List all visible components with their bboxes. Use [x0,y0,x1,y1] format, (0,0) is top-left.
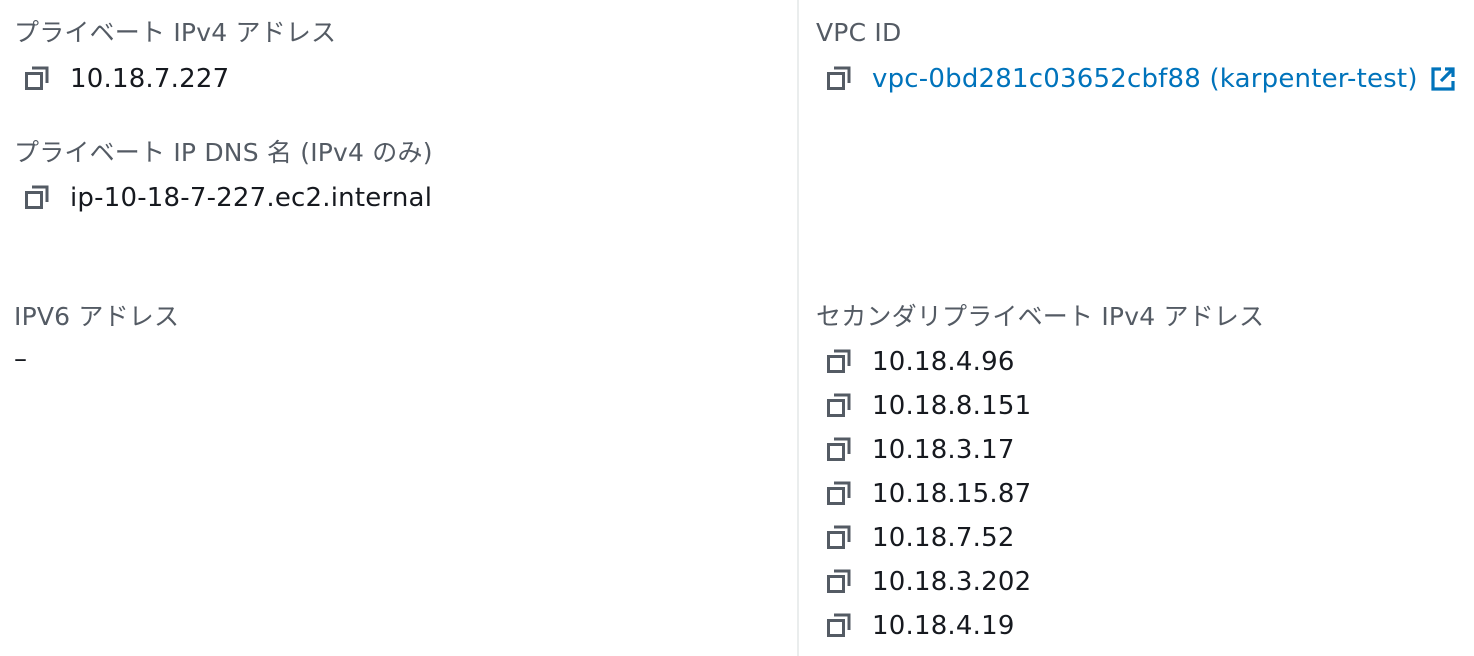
secondary-ipv4-value: 10.18.15.87 [872,479,1032,509]
secondary-ipv4-value: 10.18.4.19 [872,611,1015,641]
private-dns-row: ip-10-18-7-227.ec2.internal [22,176,432,220]
copy-icon[interactable] [824,479,854,509]
copy-icon[interactable] [824,567,854,597]
list-item: 10.18.3.202 [824,560,1031,604]
details-left-column: プライベート IPv4 アドレス 10.18.7.227 プライベート IP D… [0,0,797,656]
list-item: 10.18.4.96 [824,340,1015,384]
instance-networking-details: プライベート IPv4 アドレス 10.18.7.227 プライベート IP D… [0,0,1474,656]
secondary-ipv4-value: 10.18.4.96 [872,347,1015,377]
secondary-ipv4-value: 10.18.3.17 [872,435,1015,465]
copy-icon[interactable] [22,183,52,213]
private-ipv4-row: 10.18.7.227 [22,57,229,101]
copy-icon[interactable] [824,391,854,421]
details-right-column: VPC ID vpc-0bd281c03652cbf88 (karpenter-… [799,0,1474,656]
secondary-ipv4-value: 10.18.3.202 [872,567,1032,597]
copy-icon[interactable] [22,64,52,94]
private-ipv4-value: 10.18.7.227 [70,64,230,94]
copy-icon[interactable] [824,64,854,94]
secondary-ipv4-label: セカンダリプライベート IPv4 アドレス [816,302,1265,331]
copy-icon[interactable] [824,435,854,465]
list-item: 10.18.8.151 [824,384,1031,428]
list-item: 10.18.15.87 [824,472,1031,516]
copy-icon[interactable] [824,611,854,641]
ipv6-label: IPV6 アドレス [14,302,180,331]
vpc-id-link[interactable]: vpc-0bd281c03652cbf88 (karpenter-test) [872,64,1418,94]
secondary-ipv4-value: 10.18.7.52 [872,523,1015,553]
vpc-id-row: vpc-0bd281c03652cbf88 (karpenter-test) [824,57,1458,101]
ipv6-value: – [14,344,27,374]
copy-icon[interactable] [824,523,854,553]
external-link-icon[interactable] [1428,64,1458,94]
private-ipv4-label: プライベート IPv4 アドレス [14,18,337,47]
private-dns-label: プライベート IP DNS 名 (IPv4 のみ) [14,138,433,167]
list-item: 10.18.3.17 [824,428,1015,472]
vpc-id-label: VPC ID [816,18,902,47]
private-dns-value: ip-10-18-7-227.ec2.internal [70,183,433,213]
list-item: 10.18.7.52 [824,516,1015,560]
copy-icon[interactable] [824,347,854,377]
list-item: 10.18.4.19 [824,604,1015,648]
secondary-ipv4-value: 10.18.8.151 [872,391,1032,421]
